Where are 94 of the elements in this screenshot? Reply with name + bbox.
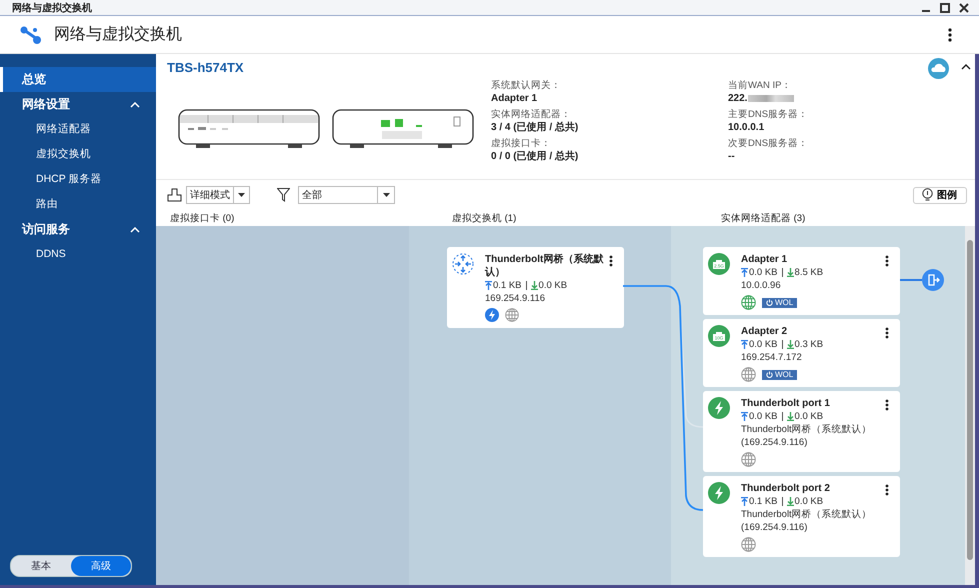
adapter-name: Adapter 1 xyxy=(741,253,788,266)
app-title: 网络与虚拟交换机 xyxy=(54,24,182,45)
upload-amount: 0.1 KB xyxy=(493,279,522,292)
sidebar-subitem[interactable]: 虚拟交换机 xyxy=(0,142,156,167)
topology-icon xyxy=(167,188,182,202)
upload-icon xyxy=(741,497,748,506)
lightning-icon xyxy=(708,482,730,504)
info-value: 3 / 4 (已使用 / 总共) xyxy=(491,121,578,134)
ip-address: 169.254.9.116 xyxy=(485,292,546,305)
filter-icon xyxy=(277,188,290,202)
sidebar-item[interactable]: 网络设置 xyxy=(0,92,156,117)
download-icon xyxy=(530,281,538,290)
view-mode-dropdown[interactable]: 详细模式 xyxy=(186,186,250,204)
upload-amount: 0.0 KB xyxy=(749,266,778,279)
info-value: 222. xyxy=(728,92,748,105)
download-icon xyxy=(786,412,794,421)
adapter-name: Adapter 2 xyxy=(741,325,788,338)
internet-exit-icon[interactable] xyxy=(922,269,944,291)
info-label: 实体网络适配器： xyxy=(491,109,572,121)
info-value: 0 / 0 (已使用 / 总共) xyxy=(491,150,578,163)
caret-icon xyxy=(382,193,390,197)
column-header: 实体网络适配器 (3) xyxy=(721,212,806,224)
switch-icon xyxy=(452,253,474,275)
adapter-name: Thunderbolt port 2 xyxy=(741,482,831,495)
upload-icon xyxy=(741,340,748,349)
download-icon xyxy=(786,340,794,349)
adapter-card[interactable]: Thunderbolt port 1 0.0 KB 0.0 KB Thunderbolt网桥（系统默认）(169.254.9.116) xyxy=(703,391,900,472)
collapse-icon[interactable] xyxy=(961,64,971,70)
cloud-icon[interactable] xyxy=(928,58,949,79)
scrollbar[interactable] xyxy=(965,226,975,585)
upload-icon xyxy=(485,281,492,290)
info-label: 主要DNS服务器： xyxy=(728,109,810,121)
ip-address: 10.0.0.96 xyxy=(741,279,782,292)
lightning-icon xyxy=(485,308,499,322)
info-label: 虚拟接口卡： xyxy=(491,138,552,150)
mode-option[interactable]: 高级 xyxy=(71,556,131,576)
info-label: 当前WAN IP： xyxy=(728,80,792,92)
column-header: 虚拟交换机 (1) xyxy=(452,212,518,224)
upload-icon xyxy=(741,268,748,277)
sidebar-subitem[interactable]: DHCP 服务器 xyxy=(0,167,156,192)
power-icon xyxy=(766,299,773,306)
more-menu-icon[interactable] xyxy=(948,28,952,42)
column-header: 虚拟接口卡 (0) xyxy=(169,212,236,224)
lightbulb-icon xyxy=(922,188,933,202)
sidebar-subitem[interactable]: 路由 xyxy=(0,192,156,217)
download-amount: 0.0 KB xyxy=(794,495,824,508)
globe-icon xyxy=(505,308,519,322)
chevron-icon[interactable] xyxy=(130,102,140,108)
power-icon xyxy=(766,371,773,378)
legend-button[interactable]: 图例 xyxy=(913,186,967,204)
caret-icon xyxy=(238,193,245,197)
ip-address: Thunderbolt网桥（系统默认）(169.254.9.116) xyxy=(741,508,873,534)
sidebar-subitem[interactable]: 网络适配器 xyxy=(0,117,156,142)
switch-card[interactable]: Thunderbolt网桥（系统默认） 0.1 KB 0.0 KB 169.254.9.116 xyxy=(447,247,624,328)
sidebar-item[interactable]: 总览 xyxy=(0,67,156,92)
info-label: 系统默认网关： xyxy=(491,80,562,92)
device-name: TBS-h574TX xyxy=(167,60,245,75)
ip-address: Thunderbolt网桥（系统默认）(169.254.9.116) xyxy=(741,423,873,449)
more-menu-icon[interactable] xyxy=(609,255,613,267)
download-amount: 0.0 KB xyxy=(794,410,824,423)
wol-tag: WOL xyxy=(762,298,798,308)
download-icon xyxy=(786,497,794,506)
download-amount: 0.3 KB xyxy=(794,338,824,351)
filter-dropdown[interactable]: 全部 xyxy=(298,186,395,204)
connector-line xyxy=(900,279,922,281)
lightning-icon xyxy=(708,397,730,419)
more-menu-icon[interactable] xyxy=(885,484,889,496)
more-menu-icon[interactable] xyxy=(885,255,889,267)
window-title: 网络与虚拟交换机 xyxy=(12,1,92,14)
info-value: Adapter 1 xyxy=(491,92,538,105)
maximize-icon[interactable] xyxy=(940,2,950,12)
upload-amount: 0.0 KB xyxy=(749,410,778,423)
download-amount: 8.5 KB xyxy=(794,266,824,279)
adapter-card[interactable]: Thunderbolt port 2 0.1 KB 0.0 KB Thunderbolt网桥（系统默认）(169.254.9.116) xyxy=(703,476,900,557)
download-amount: 0.0 KB xyxy=(538,279,568,292)
mode-option[interactable]: 基本 xyxy=(11,556,71,576)
more-menu-icon[interactable] xyxy=(885,399,889,411)
wol-tag: WOL xyxy=(762,370,798,380)
network-nodes-icon xyxy=(20,26,42,44)
more-menu-icon[interactable] xyxy=(885,327,889,339)
sidebar-item[interactable]: 访问服务 xyxy=(0,217,156,242)
ip-address: 169.254.7.172 xyxy=(741,351,803,364)
chevron-icon[interactable] xyxy=(130,226,140,232)
info-label: 次要DNS服务器： xyxy=(728,138,810,150)
upload-amount: 0.0 KB xyxy=(749,338,778,351)
upload-amount: 0.1 KB xyxy=(749,495,778,508)
download-icon xyxy=(786,268,794,277)
info-value: -- xyxy=(728,150,735,163)
sidebar-subitem[interactable]: DDNS xyxy=(0,242,156,267)
close-icon[interactable] xyxy=(959,2,969,12)
upload-icon xyxy=(741,412,748,421)
info-value: 10.0.0.1 xyxy=(728,121,764,134)
switch-name: Thunderbolt网桥（系统默认） xyxy=(485,253,604,279)
adapter-name: Thunderbolt port 1 xyxy=(741,397,831,410)
